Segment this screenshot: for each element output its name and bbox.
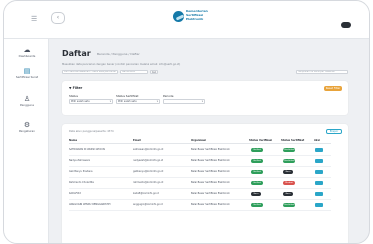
- cell-nama: Nadya Zahrawani: [69, 159, 91, 162]
- cell-nama: ANGGUGIN WINDU RENGGANISTIH: [69, 203, 111, 206]
- main-content: Daftar Beranda / Pengguna / Daftar Masuk…: [50, 39, 369, 243]
- status-badge-verifikasi: Baru: [251, 192, 261, 196]
- status-badge-sertifikat: Diterbitkan: [283, 148, 295, 152]
- sidebar-item-label: Pengguna: [20, 103, 34, 107]
- table-row[interactable]: KADAFIXX kadafi@kominfo.go.id Balai Besa…: [69, 189, 331, 200]
- detail-button[interactable]: [315, 181, 323, 185]
- filter-select-periode[interactable]: ▾: [163, 99, 205, 104]
- sidebar: ☁ Dashboards ▤ Sertifikasi Surat ♙ Pengg…: [4, 39, 49, 243]
- detail-button[interactable]: [315, 148, 323, 152]
- status-badge-sertifikat: Dicabut: [283, 181, 295, 185]
- filter-select-status[interactable]: Pilih salah satu ▾: [69, 99, 113, 104]
- chevron-down-icon: ▾: [201, 100, 203, 103]
- logo-text: Kementerian Sertifikasi Elektronik: [186, 9, 230, 21]
- filter-label-status-sertifikat: Status Sertifikat: [116, 94, 139, 98]
- cell-email: anggugin@kominfo.go.id: [133, 203, 163, 206]
- status-badge-sertifikat: Baru: [283, 192, 293, 196]
- status-badge-verifikasi: Verified: [251, 170, 263, 174]
- status-badge-sertifikat: Diterbitkan: [283, 159, 295, 163]
- table-row[interactable]: Rahmanto Cholertita rahmanto@kominfo.go.…: [69, 178, 331, 189]
- filter-select-value: Pilih salah satu: [71, 100, 90, 103]
- cell-email: kadafi@kominfo.go.id: [133, 192, 159, 195]
- detail-button[interactable]: [315, 170, 323, 174]
- cell-nama: SATRIAWAN DI WARSI GHOUSI: [69, 148, 106, 151]
- logo-mark-icon: [173, 11, 184, 22]
- column-header-status-sertifikat: Status Sertifikat: [281, 139, 305, 142]
- cell-organisasi: Balai Besar Sertifikasi Elektronik: [191, 203, 230, 206]
- table-row[interactable]: ANGGUGIN WINDU RENGGANISTIH anggugin@kom…: [69, 200, 331, 211]
- cell-email: rahmanto@kominfo.go.id: [133, 181, 164, 184]
- app-window: ☰ ‹ Kementerian Sertifikasi Elektronik ☁…: [3, 0, 370, 244]
- detail-button[interactable]: [315, 159, 323, 163]
- search-button[interactable]: Cari: [150, 70, 158, 74]
- filter-card: ▼ Filter Reset Filter Status Pilih salah…: [62, 81, 348, 115]
- hamburger-icon[interactable]: ☰: [31, 15, 43, 23]
- user-table-card: Data akun pengguna/peserta: 4374 Ekspor …: [62, 124, 348, 243]
- back-button[interactable]: ‹: [51, 12, 65, 24]
- column-header-organisasi: Organisasi: [191, 139, 206, 142]
- cell-email: galibanyu@kominfo.go.id: [133, 170, 164, 173]
- status-badge-verifikasi: Verified: [251, 148, 263, 152]
- cell-organisasi: Balai Besar Sertifikasi Elektronik: [191, 148, 230, 151]
- table-row[interactable]: SATRIAWAN DI WARSI GHOUSI satriawan@komi…: [69, 145, 331, 156]
- chevron-down-icon: ▾: [156, 100, 158, 103]
- search-column-select[interactable]: Nama Akun: [120, 70, 148, 74]
- column-header-aksi: Aksi: [314, 139, 320, 142]
- gear-icon: ⚙: [23, 121, 31, 129]
- table-caption: Data akun pengguna/peserta: 4374: [69, 130, 114, 133]
- export-button[interactable]: Ekspor: [326, 129, 342, 134]
- status-badge-verifikasi: Verified: [251, 203, 263, 207]
- page-title: Daftar: [62, 49, 91, 58]
- cell-organisasi: Balai Besar Sertifikasi Elektronik: [191, 181, 230, 184]
- chevron-left-icon: ‹: [56, 14, 60, 21]
- cell-organisasi: Balai Besar Sertifikasi Elektronik: [191, 170, 230, 173]
- sidebar-item-label: Dashboards: [18, 54, 36, 58]
- cloud-icon: ☁: [23, 46, 31, 54]
- column-header-email: Email: [133, 139, 141, 142]
- table-row[interactable]: Nadya Zahrawani nadyazah@kominfo.go.id B…: [69, 156, 331, 167]
- detail-button[interactable]: [315, 203, 323, 207]
- sidebar-item-dashboards[interactable]: ☁ Dashboards: [7, 46, 47, 58]
- filter-label-periode: Periode: [163, 94, 174, 98]
- filter-title: ▼ Filter: [69, 86, 82, 90]
- rows-per-page-select[interactable]: Tampilkan 10 baris per halaman: [296, 70, 348, 74]
- cell-email: satriawan@kominfo.go.id: [133, 148, 164, 151]
- sidebar-item-pengguna[interactable]: ♙ Pengguna: [7, 95, 47, 107]
- column-header-nama: Nama: [69, 139, 78, 142]
- filter-title-label: Filter: [72, 86, 83, 90]
- filter-select-status-sertifikat[interactable]: Pilih salah satu ▾: [116, 99, 160, 104]
- reset-filter-button[interactable]: Reset Filter: [324, 86, 342, 91]
- chevron-down-icon: ▾: [109, 100, 111, 103]
- cell-organisasi: Balai Besar Sertifikasi Elektronik: [191, 159, 230, 162]
- toggle-icon[interactable]: [341, 22, 351, 28]
- column-header-status-verifikasi: Status Verifikasi: [249, 139, 273, 142]
- table-header: Nama Email Organisasi Status Verifikasi …: [69, 139, 331, 144]
- cell-nama: Gali Banyu Pradana: [69, 170, 93, 173]
- search-input[interactable]: Cari data berdasarkan... Ketik kata penc…: [62, 70, 118, 74]
- status-badge-sertifikat: Diterbitkan: [283, 203, 295, 207]
- filter-select-value: Pilih salah satu: [118, 100, 137, 103]
- user-icon: ♙: [23, 95, 31, 103]
- filter-icon: ▼: [69, 86, 72, 90]
- cell-nama: KADAFIXX: [69, 192, 81, 195]
- sidebar-item-pengaturan[interactable]: ⚙ Pengaturan: [7, 121, 47, 133]
- cell-email: nadyazah@kominfo.go.id: [133, 159, 164, 162]
- table-row[interactable]: Gali Banyu Pradana galibanyu@kominfo.go.…: [69, 167, 331, 178]
- sidebar-item-label: Sertifikasi Surat: [15, 75, 39, 79]
- status-badge-verifikasi: Verified: [251, 181, 263, 185]
- status-badge-sertifikat: Baru: [283, 170, 293, 174]
- sidebar-item-sertifikasi[interactable]: ▤ Sertifikasi Surat: [7, 67, 47, 79]
- sidebar-item-label: Pengaturan: [18, 129, 36, 133]
- filter-label-status: Status: [69, 94, 78, 98]
- brand-logo: Kementerian Sertifikasi Elektronik: [173, 8, 229, 26]
- document-icon: ▤: [23, 67, 31, 75]
- detail-button[interactable]: [315, 192, 323, 196]
- logo-line-3: Elektronik: [186, 17, 204, 21]
- breadcrumb: Beranda / Pengguna / Daftar: [97, 52, 140, 56]
- cell-nama: Rahmanto Cholertita: [69, 181, 94, 184]
- cell-organisasi: Balai Besar Sertifikasi Elektronik: [191, 192, 230, 195]
- top-bar: ☰ ‹ Kementerian Sertifikasi Elektronik: [4, 1, 369, 39]
- page-subtitle: Masukkan data pencarian dengan benar (co…: [62, 63, 181, 66]
- status-badge-verifikasi: Verified: [251, 159, 263, 163]
